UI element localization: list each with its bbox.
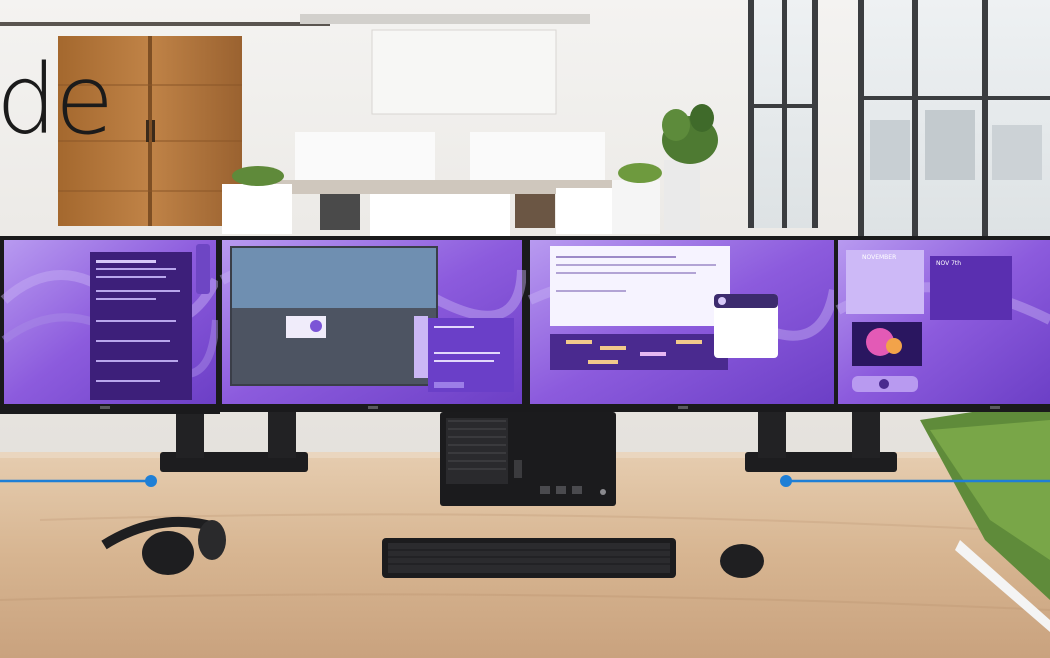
headline-text: de bbox=[0, 44, 114, 156]
calendar-date-label: NOV 7th bbox=[936, 260, 962, 267]
monitor-1 bbox=[0, 236, 221, 414]
monitor-3 bbox=[526, 236, 839, 412]
scene-illustration bbox=[0, 0, 1050, 658]
keyboard bbox=[382, 538, 676, 578]
office-desk-scene: de NOVEMBER NOV 7th bbox=[0, 0, 1050, 658]
calendar-month-label: NOVEMBER bbox=[862, 254, 897, 261]
desktop-pc bbox=[440, 412, 616, 506]
monitor-2 bbox=[218, 236, 527, 412]
mouse bbox=[720, 544, 764, 578]
windows bbox=[748, 0, 1050, 240]
